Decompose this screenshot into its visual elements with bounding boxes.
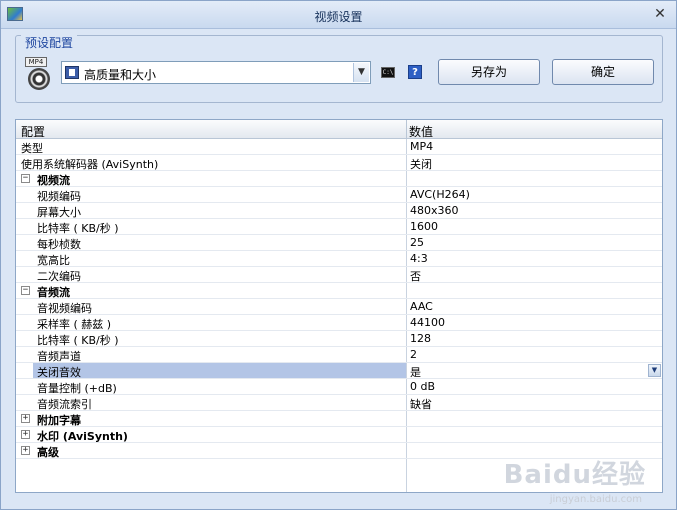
property-value[interactable]: MP4: [410, 140, 433, 153]
preset-selected-value: 高质量和大小: [84, 68, 157, 82]
column-header-value[interactable]: 数值: [409, 123, 433, 140]
property-value[interactable]: 0 dB: [410, 380, 435, 393]
property-name: 音频流索引: [37, 398, 92, 411]
property-name: 附加字幕: [37, 414, 81, 427]
film-reel-icon: [28, 68, 50, 90]
property-name: 类型: [21, 142, 43, 155]
window-title: 视频设置: [314, 10, 363, 24]
column-separator[interactable]: [406, 120, 407, 139]
property-name: 音量控制 (+dB): [37, 382, 117, 395]
mp4-format-icon: MP4: [25, 57, 53, 91]
grid-property-row[interactable]: 音视频编码 AAC: [16, 299, 662, 315]
video-settings-dialog: 视频设置 ✕ 预设配置 MP4 高质量和大小 ▼ C:\ ? 另存为 确定 配置…: [0, 0, 677, 510]
chevron-down-icon[interactable]: ▼: [353, 63, 369, 82]
grid-property-row[interactable]: 类型 MP4: [16, 139, 662, 155]
property-name: 采样率 ( 赫兹 ): [37, 318, 112, 331]
property-name: 关闭音效: [37, 366, 81, 379]
grid-header: 配置 数值: [16, 120, 662, 139]
property-name: 水印 (AviSynth): [37, 430, 128, 443]
property-name: 音视频编码: [37, 302, 92, 315]
property-value[interactable]: 1600: [410, 220, 438, 233]
help-icon[interactable]: ?: [408, 65, 422, 79]
close-icon[interactable]: ✕: [652, 6, 668, 22]
grid-property-row[interactable]: 采样率 ( 赫兹 ) 44100: [16, 315, 662, 331]
grid-property-row[interactable]: 使用系统解码器 (AviSynth) 关闭: [16, 155, 662, 171]
command-line-icon[interactable]: C:\: [381, 67, 395, 78]
mp4-badge: MP4: [25, 57, 47, 67]
property-value[interactable]: 480x360: [410, 204, 459, 217]
property-value[interactable]: 否: [410, 268, 421, 284]
property-name: 宽高比: [37, 254, 70, 267]
preset-disk-icon: [65, 66, 79, 79]
property-name: 比特率 ( KB/秒 ): [37, 222, 119, 235]
property-value[interactable]: 25: [410, 236, 424, 249]
grid-property-row[interactable]: 屏幕大小 480x360: [16, 203, 662, 219]
grid-group-row[interactable]: − 视频流: [16, 171, 662, 187]
property-value[interactable]: AVC(H264): [410, 188, 470, 201]
selected-row-highlight: [33, 363, 406, 378]
grid-group-row[interactable]: + 附加字幕: [16, 411, 662, 427]
property-value[interactable]: 2: [410, 348, 417, 361]
grid-group-row[interactable]: − 音频流: [16, 283, 662, 299]
property-value[interactable]: 128: [410, 332, 431, 345]
expand-icon[interactable]: +: [21, 446, 30, 455]
value-dropdown-icon[interactable]: ▼: [648, 364, 661, 377]
property-name: 比特率 ( KB/秒 ): [37, 334, 119, 347]
watermark-url: jingyan.baidu.com: [549, 494, 642, 505]
property-name: 每秒桢数: [37, 238, 81, 251]
property-name: 音频声道: [37, 350, 81, 363]
property-name: 高级: [37, 446, 59, 459]
property-value[interactable]: 44100: [410, 316, 445, 329]
property-name: 视频流: [37, 174, 70, 187]
property-value[interactable]: AAC: [410, 300, 433, 313]
grid-property-row[interactable]: 二次编码 否: [16, 267, 662, 283]
grid-property-row[interactable]: 每秒桢数 25: [16, 235, 662, 251]
column-header-name[interactable]: 配置: [21, 123, 45, 140]
grid-property-row[interactable]: 视频编码 AVC(H264): [16, 187, 662, 203]
settings-property-grid: 配置 数值 类型 MP4 使用系统解码器 (AviSynth) 关闭 − 视频流 视频编码 A…: [15, 119, 663, 493]
collapse-icon[interactable]: −: [21, 174, 30, 183]
grid-property-row[interactable]: 比特率 ( KB/秒 ) 1600: [16, 219, 662, 235]
expand-icon[interactable]: +: [21, 430, 30, 439]
property-name: 视频编码: [37, 190, 81, 203]
save-as-button[interactable]: 另存为: [438, 59, 540, 85]
property-value[interactable]: 4:3: [410, 252, 428, 265]
grid-property-row[interactable]: 比特率 ( KB/秒 ) 128: [16, 331, 662, 347]
property-value[interactable]: 缺省: [410, 396, 432, 412]
grid-group-row[interactable]: + 水印 (AviSynth): [16, 427, 662, 443]
property-value[interactable]: 关闭: [410, 156, 432, 172]
grid-property-row[interactable]: 音频声道 2: [16, 347, 662, 363]
grid-property-row[interactable]: 宽高比 4:3: [16, 251, 662, 267]
property-value[interactable]: 是: [410, 364, 421, 380]
property-name: 使用系统解码器 (AviSynth): [21, 158, 159, 171]
preset-dropdown[interactable]: 高质量和大小 ▼: [61, 61, 371, 84]
collapse-icon[interactable]: −: [21, 286, 30, 295]
property-name: 音频流: [37, 286, 70, 299]
expand-icon[interactable]: +: [21, 414, 30, 423]
preset-legend: 预设配置: [21, 34, 78, 51]
ok-button[interactable]: 确定: [552, 59, 654, 85]
property-name: 二次编码: [37, 270, 81, 283]
grid-property-row[interactable]: 音频流索引 缺省: [16, 395, 662, 411]
grid-property-row[interactable]: 音量控制 (+dB) 0 dB: [16, 379, 662, 395]
property-name: 屏幕大小: [37, 206, 81, 219]
title-bar[interactable]: 视频设置 ✕: [1, 1, 676, 29]
grid-property-row[interactable]: 关闭音效 是 ▼: [16, 363, 662, 379]
watermark-logo: Baidu经验: [503, 460, 646, 490]
